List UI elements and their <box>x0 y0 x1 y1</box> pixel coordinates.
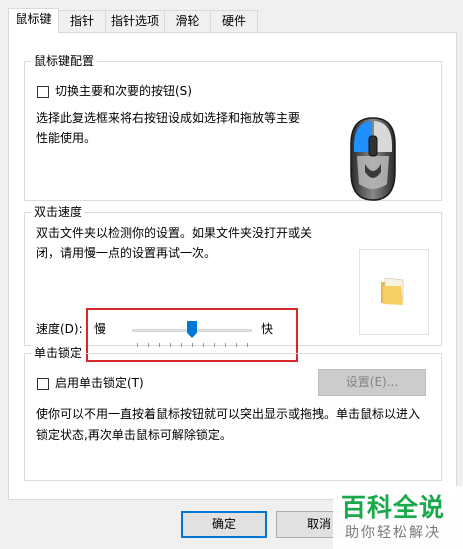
slider-tick <box>236 343 237 347</box>
slider-tick <box>159 343 160 347</box>
slider-ticks <box>132 343 252 348</box>
switch-buttons-label[interactable]: 切换主要和次要的按钮(S) <box>55 82 192 101</box>
tab-buttons[interactable]: 鼠标键 <box>8 8 59 33</box>
slider-tick <box>148 343 149 347</box>
slider-tick <box>225 343 226 347</box>
click-lock-label[interactable]: 启用单击锁定(T) <box>55 374 144 393</box>
slider-tick <box>192 343 193 347</box>
mouse-illustration-icon <box>350 117 396 201</box>
slow-label: 慢 <box>94 322 107 336</box>
button-config-group: 鼠标键配置 切换主要和次要的按钮(S) 选择此复选框来将右按钮设成如选择和拖放等… <box>24 53 442 201</box>
slider-tick <box>247 343 248 347</box>
slider-tick <box>137 343 138 347</box>
tab-pointer-options[interactable]: 指针选项 <box>105 10 165 32</box>
watermark-logo: 百科全说 助你轻松解决 <box>333 486 463 549</box>
button-config-title: 鼠标键配置 <box>31 53 98 69</box>
switch-buttons-checkbox[interactable] <box>37 86 49 98</box>
test-folder-area[interactable] <box>359 249 429 335</box>
ok-button[interactable]: 确定 <box>181 511 267 538</box>
slider-tick <box>170 343 171 347</box>
folder-icon <box>381 277 404 305</box>
double-click-description: 双击文件夹以检测你的设置。如果文件夹没打开或关闭，请用慢一点的设置再试一次。 <box>36 226 313 260</box>
slider-tick <box>181 343 182 347</box>
speed-slider[interactable] <box>132 321 252 351</box>
tab-panel: 鼠标键配置 切换主要和次要的按钮(S) 选择此复选框来将右按钮设成如选择和拖放等… <box>8 32 457 500</box>
watermark-subtitle: 助你轻松解决 <box>345 525 441 541</box>
click-lock-title: 单击锁定 <box>31 345 86 361</box>
watermark-title: 百科全说 <box>341 493 446 522</box>
double-click-title: 双击速度 <box>31 204 86 220</box>
fast-label: 快 <box>261 322 274 336</box>
click-lock-group: 单击锁定 启用单击锁定(T) 设置(E)... 使你可以不用一直按着鼠标按钮就可… <box>24 345 442 481</box>
click-lock-checkbox[interactable] <box>37 378 49 390</box>
double-click-group: 双击速度 双击文件夹以检测你的设置。如果文件夹没打开或关闭，请用慢一点的设置再试… <box>24 204 442 362</box>
click-lock-description: 使你可以不用一直按着鼠标按钮就可以突出显示或拖拽。单击鼠标以进入锁定状态,再次单… <box>36 407 421 442</box>
tab-pointers[interactable]: 指针 <box>58 10 106 32</box>
click-lock-settings-button[interactable]: 设置(E)... <box>318 369 426 396</box>
tab-wheel[interactable]: 滑轮 <box>164 10 211 32</box>
slider-tick <box>203 343 204 347</box>
slider-tick <box>214 343 215 347</box>
slider-thumb[interactable] <box>187 321 197 338</box>
tab-hardware[interactable]: 硬件 <box>210 10 258 32</box>
switch-buttons-description: 选择此复选框来将右按钮设成如选择和拖放等主要性能使用。 <box>36 111 301 145</box>
mouse-wheel <box>368 135 378 157</box>
speed-label: 速度(D): <box>36 322 83 336</box>
